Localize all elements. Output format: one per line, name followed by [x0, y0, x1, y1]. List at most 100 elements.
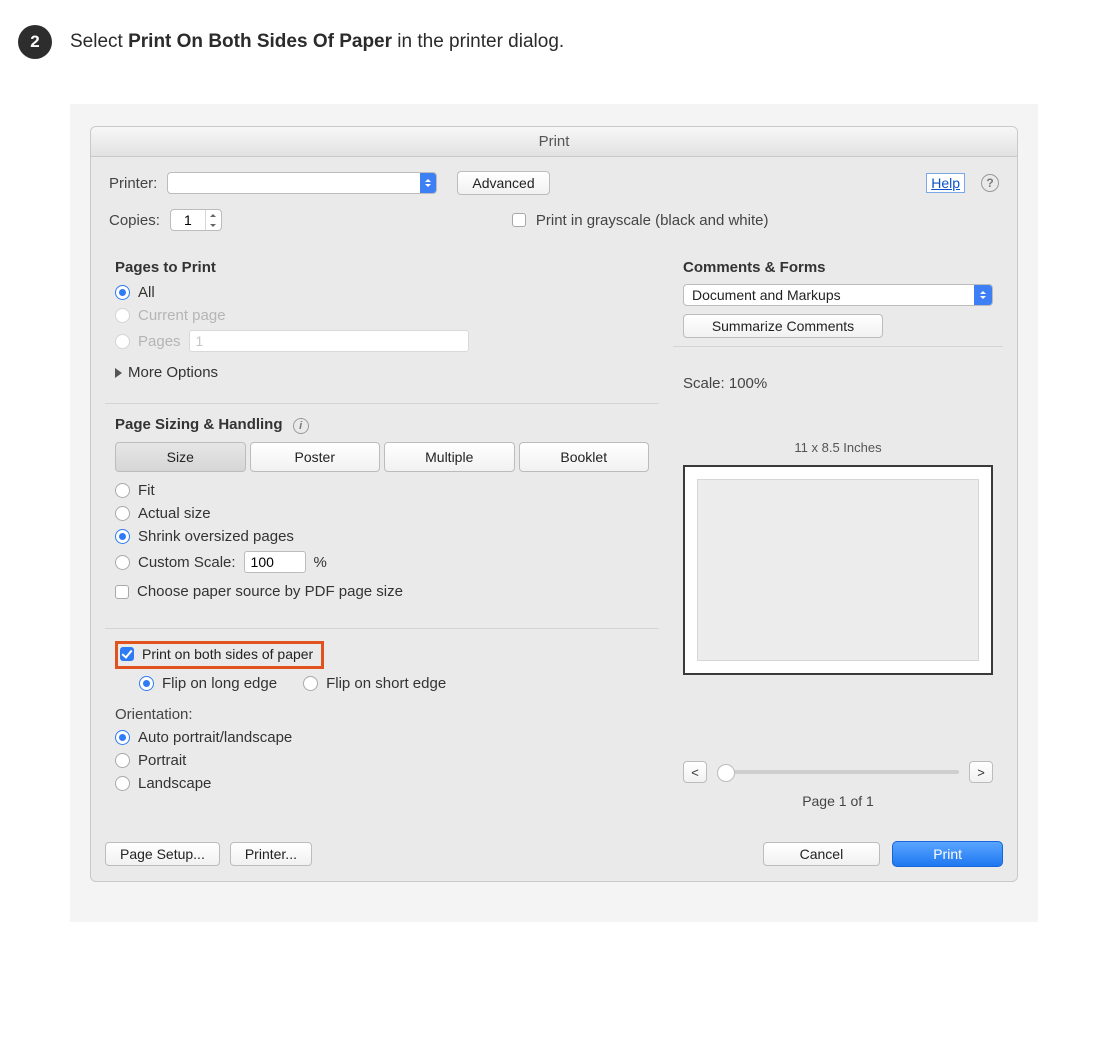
more-options-toggle[interactable]: More Options	[115, 364, 218, 381]
help-link[interactable]: Help	[926, 173, 965, 193]
tab-multiple[interactable]: Multiple	[384, 442, 515, 472]
dialog-footer: Page Setup... Printer... Cancel Print	[91, 835, 1017, 881]
radio-icon	[115, 529, 130, 544]
pages-all-label: All	[138, 284, 155, 301]
page-sizing-title-text: Page Sizing & Handling	[115, 416, 283, 433]
pages-range-input[interactable]	[189, 330, 469, 352]
page-indicator: Page 1 of 1	[683, 793, 993, 809]
print-preview	[683, 465, 993, 675]
printer-button[interactable]: Printer...	[230, 842, 312, 866]
printer-select[interactable]	[167, 172, 437, 194]
size-shrink-option[interactable]: Shrink oversized pages	[115, 528, 649, 545]
orientation-portrait-option[interactable]: Portrait	[115, 752, 649, 769]
pages-current-option: Current page	[115, 307, 649, 324]
step-text-suffix: in the printer dialog.	[392, 31, 564, 52]
dialog-body: Pages to Print All Current page Pages	[91, 249, 1017, 835]
radio-icon	[115, 308, 130, 323]
tab-booklet[interactable]: Booklet	[519, 442, 650, 472]
size-custom-label: Custom Scale:	[138, 554, 236, 571]
tab-size[interactable]: Size	[115, 442, 246, 472]
pages-all-option[interactable]: All	[115, 284, 649, 301]
grayscale-label: Print in grayscale (black and white)	[536, 212, 769, 229]
size-fit-label: Fit	[138, 482, 155, 499]
copies-input[interactable]	[171, 211, 205, 229]
chevron-updown-icon	[974, 285, 992, 305]
sizing-tabs: Size Poster Multiple Booklet	[115, 442, 649, 472]
help-icon[interactable]: ?	[981, 174, 999, 192]
next-page-button[interactable]: >	[969, 761, 993, 783]
radio-icon	[115, 506, 130, 521]
choose-paper-source-option[interactable]: Choose paper source by PDF page size	[115, 583, 649, 600]
copies-stepper[interactable]	[170, 209, 222, 231]
dialog-titlebar: Print	[91, 127, 1017, 157]
info-icon[interactable]: i	[293, 418, 309, 434]
comments-forms-title: Comments & Forms	[683, 259, 993, 276]
grayscale-checkbox[interactable]	[512, 213, 526, 227]
custom-scale-input[interactable]	[244, 551, 306, 573]
size-fit-option[interactable]: Fit	[115, 482, 649, 499]
duplex-orientation-panel: Print on both sides of paper Flip on lon…	[105, 628, 659, 810]
size-shrink-label: Shrink oversized pages	[138, 528, 294, 545]
orientation-portrait-label: Portrait	[138, 752, 186, 769]
preview-pager: < >	[683, 761, 993, 783]
step-text-bold: Print On Both Sides Of Paper	[128, 31, 392, 52]
custom-scale-unit: %	[314, 554, 327, 571]
radio-icon	[139, 676, 154, 691]
orientation-title: Orientation:	[115, 706, 649, 723]
flip-short-edge-label: Flip on short edge	[326, 675, 446, 692]
tab-poster[interactable]: Poster	[250, 442, 381, 472]
flip-long-edge-option[interactable]: Flip on long edge	[139, 675, 277, 692]
flip-long-edge-label: Flip on long edge	[162, 675, 277, 692]
radio-icon	[115, 730, 130, 745]
pages-range-option: Pages	[115, 330, 649, 352]
print-both-sides-label: Print on both sides of paper	[142, 646, 313, 662]
orientation-landscape-option[interactable]: Landscape	[115, 775, 649, 792]
right-column: Comments & Forms Document and Markups Su…	[673, 249, 1003, 821]
pages-current-label: Current page	[138, 307, 226, 324]
step-text-prefix: Select	[70, 31, 128, 52]
dialog-top-section: Printer: Advanced Help ? Copies:	[91, 157, 1017, 249]
step-instruction: 2 Select Print On Both Sides Of Paper in…	[0, 0, 1108, 69]
pages-to-print-title: Pages to Print	[115, 259, 649, 276]
preview-panel: Scale: 100% 11 x 8.5 Inches < > Page 1 o…	[673, 346, 1003, 821]
comments-forms-value: Document and Markups	[692, 287, 841, 303]
radio-icon	[115, 776, 130, 791]
cancel-button[interactable]: Cancel	[763, 842, 881, 866]
size-actual-option[interactable]: Actual size	[115, 505, 649, 522]
dialog-title: Print	[539, 133, 570, 150]
radio-icon	[115, 285, 130, 300]
chevron-updown-icon	[420, 173, 437, 193]
pages-to-print-panel: Pages to Print All Current page Pages	[105, 249, 659, 393]
stepper-buttons[interactable]	[205, 210, 221, 230]
orientation-auto-label: Auto portrait/landscape	[138, 729, 292, 746]
page-slider[interactable]	[717, 770, 959, 774]
checkbox-icon	[115, 585, 129, 599]
more-options-label: More Options	[128, 364, 218, 381]
orientation-auto-option[interactable]: Auto portrait/landscape	[115, 729, 649, 746]
flip-short-edge-option[interactable]: Flip on short edge	[303, 675, 446, 692]
triangle-right-icon	[115, 368, 122, 378]
comments-forms-select[interactable]: Document and Markups	[683, 284, 993, 306]
screenshot-canvas: Print Printer: Advanced Help ?	[70, 104, 1038, 922]
page-sizing-title: Page Sizing & Handling i	[115, 416, 649, 434]
print-both-sides-checkbox[interactable]	[120, 647, 134, 661]
prev-page-button[interactable]: <	[683, 761, 707, 783]
flip-options: Flip on long edge Flip on short edge	[139, 675, 649, 692]
advanced-button[interactable]: Advanced	[457, 171, 549, 195]
printer-label: Printer:	[109, 175, 157, 192]
size-actual-label: Actual size	[138, 505, 211, 522]
size-custom-option[interactable]: Custom Scale: %	[115, 551, 649, 573]
page-setup-button[interactable]: Page Setup...	[105, 842, 220, 866]
radio-icon	[115, 753, 130, 768]
print-dialog: Print Printer: Advanced Help ?	[90, 126, 1018, 882]
left-column: Pages to Print All Current page Pages	[105, 249, 659, 821]
pages-range-label: Pages	[138, 333, 181, 350]
radio-icon	[303, 676, 318, 691]
orientation-landscape-label: Landscape	[138, 775, 211, 792]
comments-forms-panel: Comments & Forms Document and Markups Su…	[673, 249, 1003, 346]
radio-icon	[115, 555, 130, 570]
summarize-comments-button[interactable]: Summarize Comments	[683, 314, 883, 338]
print-both-sides-highlight: Print on both sides of paper	[115, 641, 324, 669]
preview-dimensions: 11 x 8.5 Inches	[683, 440, 993, 455]
print-button[interactable]: Print	[892, 841, 1003, 867]
